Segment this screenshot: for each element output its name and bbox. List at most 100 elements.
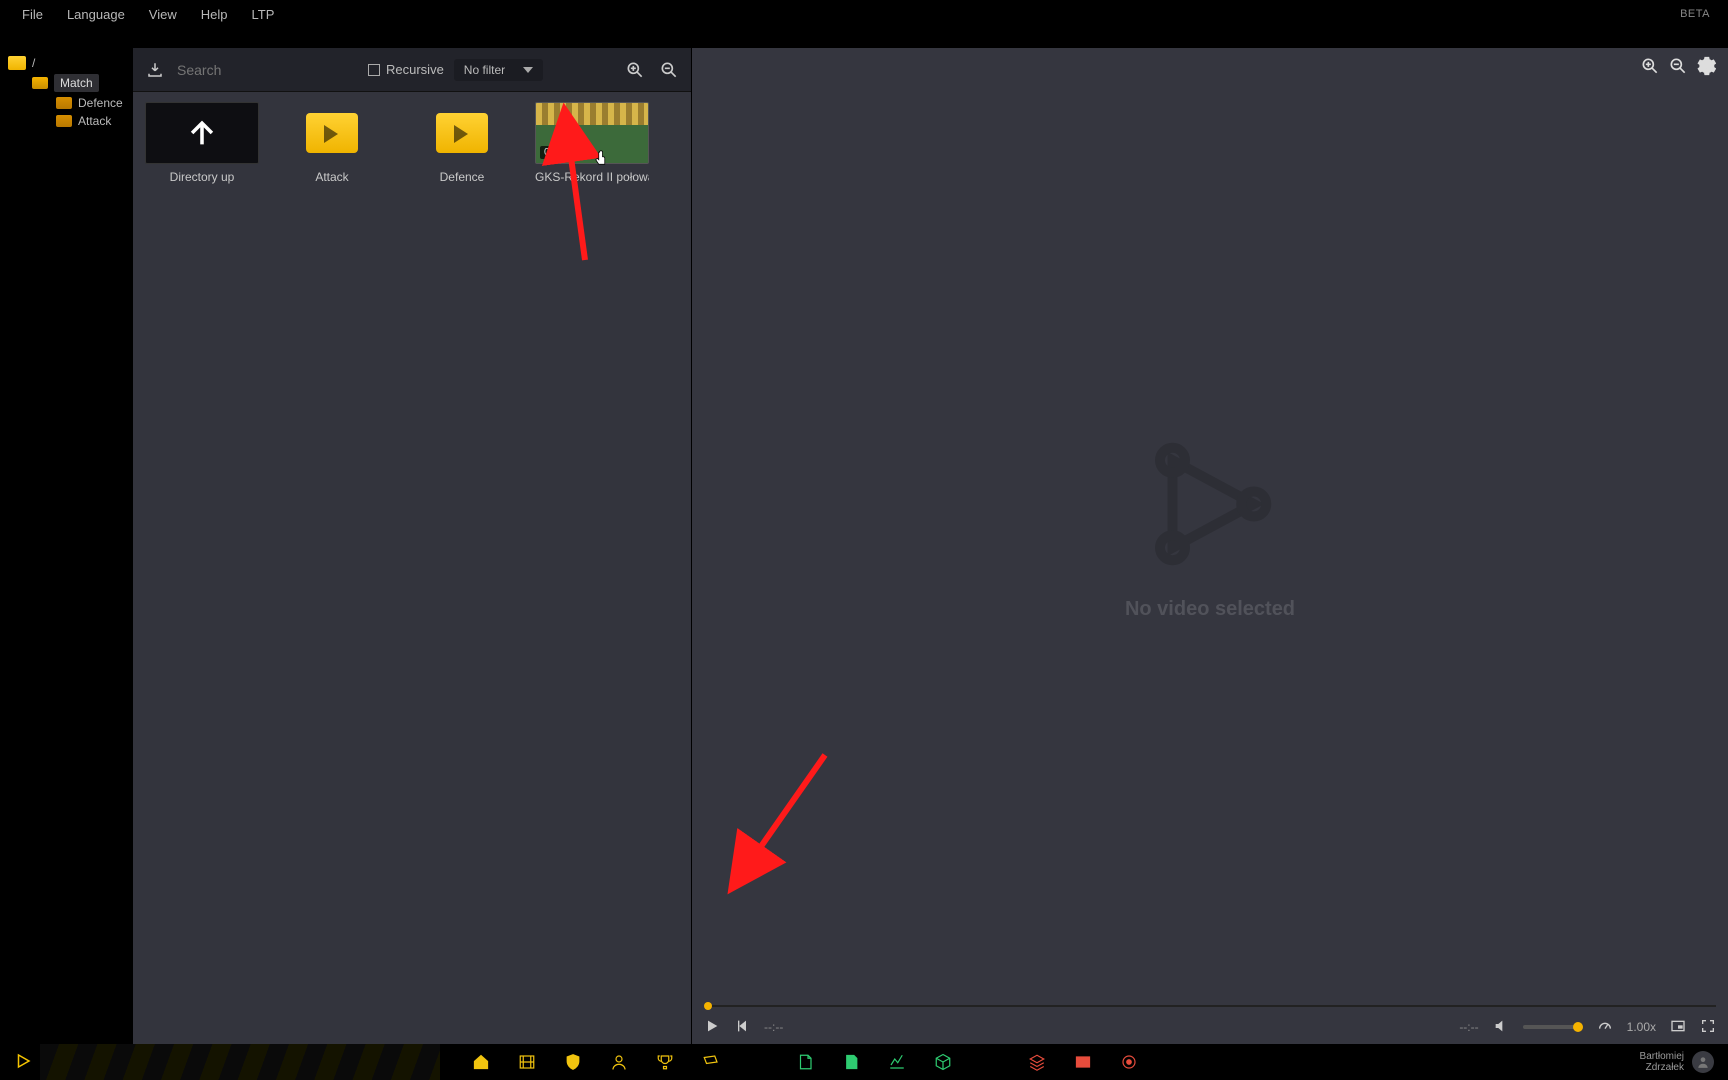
checkbox-icon <box>368 64 380 76</box>
search-input[interactable] <box>177 62 358 78</box>
folder-icon <box>306 113 358 153</box>
folder-icon <box>32 77 48 89</box>
chevron-down-icon <box>523 67 533 73</box>
time-display: --:-- <box>764 1020 783 1034</box>
nav-person[interactable] <box>610 1053 628 1071</box>
menu-help[interactable]: Help <box>189 3 240 26</box>
person-icon <box>610 1053 628 1071</box>
menu-ltp[interactable]: LTP <box>240 3 287 26</box>
video-thumb: 0:45:12 <box>535 102 649 164</box>
zoom-in-icon <box>1640 56 1660 76</box>
user-box[interactable]: BartłomiejZdrzałek <box>1640 1051 1714 1073</box>
step-back-icon <box>734 1018 750 1034</box>
recursive-label: Recursive <box>386 62 444 77</box>
tree-root-label: / <box>32 56 35 70</box>
nav-note[interactable] <box>796 1053 814 1071</box>
tree-node-label: Defence <box>78 96 123 110</box>
person-icon <box>1696 1055 1710 1069</box>
viewer-zoom-out[interactable] <box>1668 56 1688 79</box>
folder-thumb <box>275 102 389 164</box>
zoom-out-icon <box>1668 56 1688 76</box>
tile-video-gks[interactable]: 0:45:12 GKS-Rekord II połowa <box>533 102 651 184</box>
arrow-up-icon <box>185 116 219 150</box>
user-name: BartłomiejZdrzałek <box>1640 1051 1684 1073</box>
download-icon <box>146 61 164 79</box>
file-grid: Directory up Attack Defence 0:45:12 G <box>133 92 691 1044</box>
volume-button[interactable] <box>1493 1018 1509 1037</box>
menu-file[interactable]: File <box>10 3 55 26</box>
nav-note-filled[interactable] <box>842 1053 860 1071</box>
tile-label: Attack <box>315 170 348 184</box>
beta-badge: BETA <box>1680 8 1718 20</box>
volume-icon <box>1493 1018 1509 1034</box>
home-icon <box>472 1053 490 1071</box>
tree-node-attack[interactable]: Attack <box>0 112 132 130</box>
viewer-tools <box>1640 56 1716 79</box>
trophy-icon <box>656 1053 674 1071</box>
tree-node-label: Attack <box>78 114 111 128</box>
fullscreen-button[interactable] <box>1700 1018 1716 1037</box>
total-time-display: --:-- <box>1459 1020 1478 1034</box>
nav-record[interactable] <box>1120 1053 1138 1071</box>
app-logo[interactable] <box>14 1052 32 1073</box>
nav-tag[interactable] <box>702 1053 720 1071</box>
note-filled-icon <box>842 1053 860 1071</box>
nav-layers[interactable] <box>1028 1053 1046 1071</box>
speed-gauge[interactable] <box>1597 1018 1613 1037</box>
tile-directory-up[interactable]: Directory up <box>143 102 261 184</box>
browser-toolbar: Recursive No filter <box>133 48 691 92</box>
pip-icon <box>1670 1018 1686 1034</box>
nav-film[interactable] <box>518 1053 536 1071</box>
zoom-in-button[interactable] <box>623 58 647 82</box>
gear-icon <box>1696 56 1716 76</box>
note-icon <box>796 1053 814 1071</box>
tag-icon <box>702 1053 720 1071</box>
nav-chart[interactable] <box>888 1053 906 1071</box>
tree-root[interactable]: / <box>0 54 132 72</box>
speed-display: 1.00x <box>1627 1020 1656 1034</box>
bottom-bar: BartłomiejZdrzałek <box>0 1044 1728 1080</box>
play-button[interactable] <box>704 1018 720 1037</box>
step-back-button[interactable] <box>734 1018 750 1037</box>
filter-dropdown[interactable]: No filter <box>454 59 543 81</box>
tile-folder-attack[interactable]: Attack <box>273 102 391 184</box>
layers-icon <box>1028 1053 1046 1071</box>
volume-slider[interactable] <box>1523 1025 1583 1029</box>
pip-button[interactable] <box>1670 1018 1686 1037</box>
play-logo-icon <box>14 1052 32 1070</box>
timeline-knob[interactable] <box>704 1002 712 1010</box>
tree-node-defence[interactable]: Defence <box>0 94 132 112</box>
viewer-zoom-in[interactable] <box>1640 56 1660 79</box>
import-button[interactable] <box>143 58 167 82</box>
menu-language[interactable]: Language <box>55 3 137 26</box>
film-icon <box>518 1053 536 1071</box>
nav-cube[interactable] <box>934 1053 952 1071</box>
play-icon <box>704 1018 720 1034</box>
nav-shield[interactable] <box>564 1053 582 1071</box>
viewer-settings[interactable] <box>1696 56 1716 79</box>
chart-icon <box>888 1053 906 1071</box>
player-area: No video selected <box>692 48 1728 1002</box>
zoom-out-button[interactable] <box>657 58 681 82</box>
gauge-icon <box>1597 1018 1613 1034</box>
image-icon <box>1074 1053 1092 1071</box>
tile-label: GKS-Rekord II połowa <box>535 170 649 184</box>
fullscreen-icon <box>1700 1018 1716 1034</box>
app-logo-large <box>1135 429 1285 582</box>
tree-node-match[interactable]: Match <box>0 72 132 94</box>
file-browser: Recursive No filter Directory up <box>132 48 692 1044</box>
zoom-in-icon <box>625 60 645 80</box>
menu-view[interactable]: View <box>137 3 189 26</box>
nav-home[interactable] <box>472 1053 490 1071</box>
nav-image[interactable] <box>1074 1053 1092 1071</box>
transport-bar: --:-- --:-- 1.00x <box>692 1010 1728 1044</box>
folder-tree: / Match Defence Attack <box>0 48 132 1044</box>
timeline[interactable] <box>704 1002 1716 1010</box>
recursive-toggle[interactable]: Recursive <box>368 62 444 77</box>
tile-folder-defence[interactable]: Defence <box>403 102 521 184</box>
zoom-out-icon <box>659 60 679 80</box>
tile-label: Defence <box>440 170 485 184</box>
nav-trophy[interactable] <box>656 1053 674 1071</box>
cube-icon <box>934 1053 952 1071</box>
folder-icon <box>436 113 488 153</box>
